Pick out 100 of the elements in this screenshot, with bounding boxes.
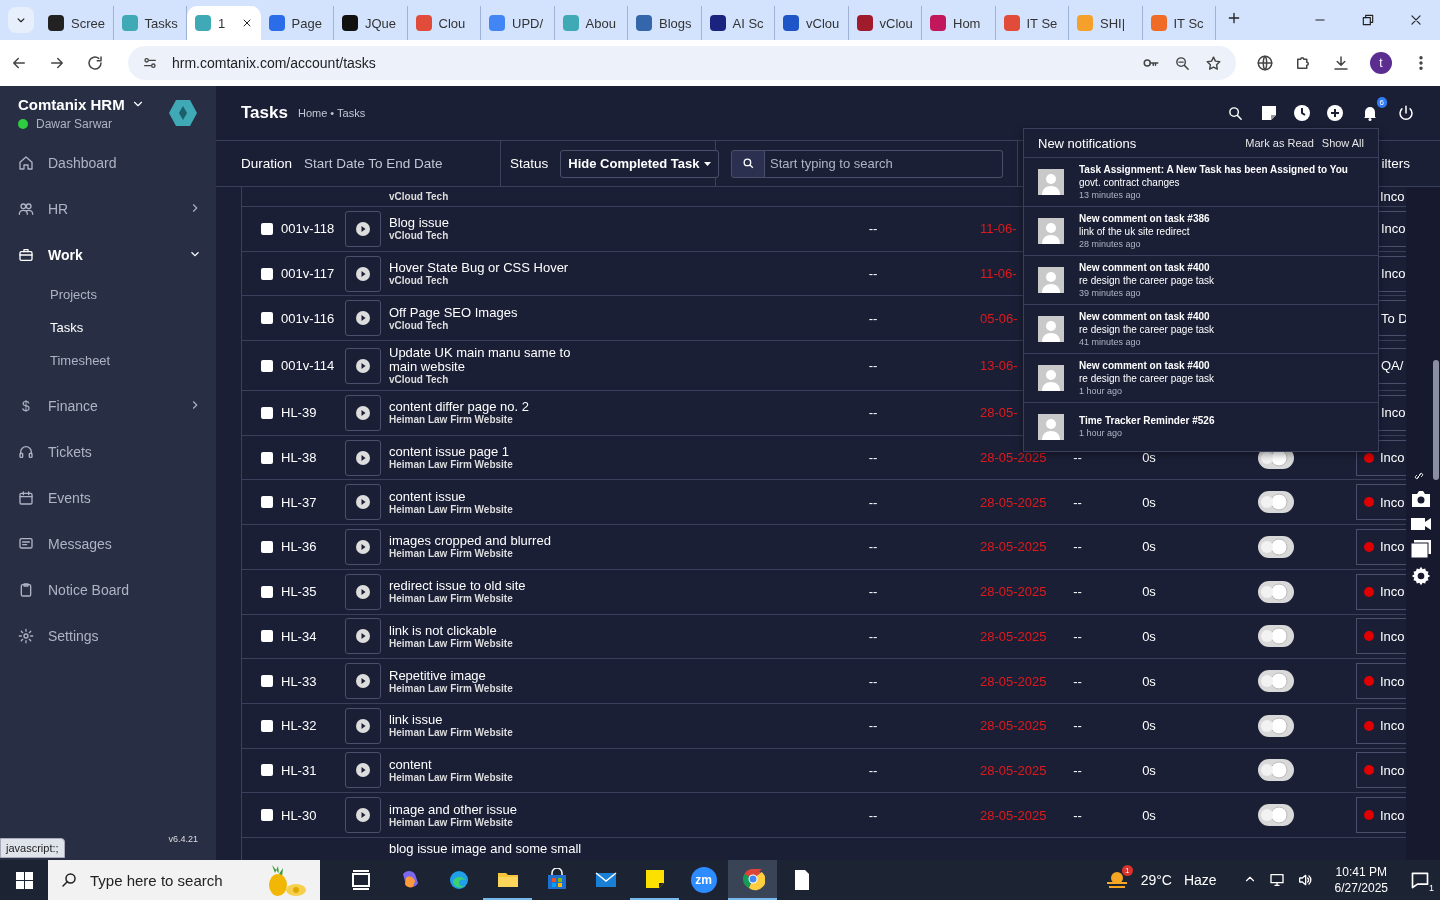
task-title[interactable]: redirect issue to old site bbox=[389, 579, 649, 594]
sidebar-item[interactable]: Work bbox=[0, 232, 216, 278]
plus-icon[interactable] bbox=[1226, 10, 1242, 26]
sidebar-item[interactable]: $ Finance bbox=[0, 383, 216, 429]
bell-icon[interactable] bbox=[1362, 105, 1378, 121]
notification-item[interactable]: Task Assignment: A New Task has been Assigned to You govt. contract changes 13 minutes ago bbox=[1024, 158, 1378, 207]
puzzle-icon[interactable] bbox=[1294, 54, 1312, 72]
start-timer-button[interactable] bbox=[345, 707, 381, 744]
start-timer-button[interactable] bbox=[345, 210, 381, 247]
taskbar-app[interactable] bbox=[728, 860, 777, 900]
notification-item[interactable]: New comment on task #400 re design the career page task 39 minutes ago bbox=[1024, 256, 1378, 305]
task-title[interactable]: Repetitive image bbox=[389, 668, 649, 683]
row-checkbox[interactable] bbox=[261, 675, 273, 688]
project-name: Heiman Law Firm Website bbox=[389, 548, 514, 560]
start-timer-button[interactable] bbox=[345, 528, 381, 565]
task-title[interactable]: link is not clickable bbox=[389, 623, 649, 638]
row-checkbox[interactable] bbox=[261, 359, 273, 372]
sidebar-subitem[interactable]: Tasks bbox=[0, 311, 216, 344]
task-title[interactable]: Blog issue bbox=[389, 216, 649, 231]
row-checkbox[interactable] bbox=[261, 540, 273, 553]
restore-icon[interactable] bbox=[1361, 13, 1375, 27]
start-icon[interactable] bbox=[15, 871, 33, 889]
start-timer-button[interactable] bbox=[345, 255, 381, 292]
clock[interactable]: 10:41 PM 6/27/2025 bbox=[1334, 864, 1388, 896]
task-title[interactable]: link issue bbox=[389, 713, 649, 728]
taskbar-search[interactable]: Type here to search bbox=[48, 860, 320, 900]
start-timer-button[interactable] bbox=[345, 663, 381, 700]
window-icon[interactable] bbox=[1411, 540, 1431, 558]
task-title[interactable]: image and other issue bbox=[389, 802, 649, 817]
camera-icon[interactable] bbox=[1411, 490, 1431, 508]
task-title[interactable]: Update UK main manu same to main website bbox=[389, 346, 589, 375]
browser-tab[interactable]: 1 bbox=[187, 6, 261, 40]
search-button[interactable] bbox=[731, 149, 765, 178]
zoom-out-icon[interactable] bbox=[1174, 54, 1191, 72]
start-timer-button[interactable] bbox=[345, 300, 381, 337]
task-title[interactable]: content issue bbox=[389, 489, 649, 504]
sidebar-item[interactable]: Messages bbox=[0, 521, 216, 567]
address-bar[interactable]: hrm.comtanix.com/account/tasks bbox=[128, 46, 1236, 80]
power-icon[interactable] bbox=[1397, 104, 1415, 122]
start-timer-button[interactable] bbox=[345, 439, 381, 476]
sidebar-item[interactable]: HR bbox=[0, 186, 216, 232]
mark-read-link[interactable]: Mark as Read bbox=[1245, 137, 1314, 149]
row-checkbox[interactable] bbox=[261, 222, 273, 235]
start-timer-button[interactable] bbox=[345, 394, 381, 431]
task-title[interactable]: blog issue image and some small bbox=[389, 841, 649, 856]
video-icon[interactable] bbox=[1411, 516, 1431, 532]
start-timer-button[interactable] bbox=[345, 347, 381, 384]
note-icon[interactable] bbox=[1261, 105, 1277, 121]
breadcrumb[interactable]: Home • Tasks bbox=[297, 107, 366, 119]
task-title[interactable]: Hover State Bug or CSS Hover bbox=[389, 261, 649, 276]
task-title[interactable]: content bbox=[389, 757, 649, 772]
date-range-field[interactable]: Start Date To End Date bbox=[304, 156, 443, 171]
row-checkbox[interactable] bbox=[261, 406, 273, 419]
sidebar-item[interactable]: Notice Board bbox=[0, 567, 216, 613]
task-title[interactable]: Off Page SEO Images bbox=[389, 305, 649, 320]
star-icon[interactable] bbox=[1205, 54, 1222, 72]
notification-item[interactable]: New comment on task #400 re design the career page task 1 hour ago bbox=[1024, 354, 1378, 403]
start-timer-button[interactable] bbox=[345, 797, 381, 834]
search-field[interactable]: Start typing to search bbox=[765, 149, 1003, 178]
notification-item[interactable]: New comment on task #386 link of the uk site redirect 28 minutes ago bbox=[1024, 207, 1378, 256]
sidebar-subitem[interactable]: Timesheet bbox=[0, 344, 216, 377]
start-timer-button[interactable] bbox=[345, 618, 381, 655]
download-icon[interactable] bbox=[1332, 54, 1350, 72]
filters-button[interactable]: ilters bbox=[1381, 156, 1440, 171]
row-checkbox[interactable] bbox=[261, 630, 273, 643]
volume-icon[interactable] bbox=[1296, 872, 1313, 888]
task-title[interactable]: content issue page 1 bbox=[389, 445, 649, 460]
globe-icon[interactable] bbox=[1256, 54, 1274, 72]
profile-avatar[interactable]: t bbox=[1370, 52, 1392, 74]
start-timer-button[interactable] bbox=[345, 573, 381, 610]
add-icon[interactable] bbox=[1327, 105, 1343, 121]
search-icon[interactable] bbox=[1227, 104, 1244, 122]
weather-icon[interactable] bbox=[1104, 869, 1129, 891]
close-icon[interactable] bbox=[1409, 13, 1423, 27]
sidebar-subitem[interactable]: Projects bbox=[0, 278, 216, 311]
row-checkbox[interactable] bbox=[261, 585, 273, 598]
show-all-link[interactable]: Show All bbox=[1321, 137, 1364, 149]
row-checkbox[interactable] bbox=[261, 451, 273, 464]
gear-icon[interactable] bbox=[1411, 566, 1431, 586]
network-icon[interactable] bbox=[1268, 872, 1285, 888]
row-checkbox[interactable] bbox=[261, 312, 273, 325]
row-checkbox[interactable] bbox=[261, 809, 273, 822]
start-timer-button[interactable] bbox=[345, 484, 381, 521]
notification-center-icon[interactable] bbox=[1410, 870, 1430, 890]
start-timer-button[interactable] bbox=[345, 752, 381, 789]
notification-item[interactable]: New comment on task #400 re design the career page task 41 minutes ago bbox=[1024, 305, 1378, 354]
reload-icon[interactable] bbox=[86, 54, 104, 72]
clock-icon[interactable] bbox=[1294, 105, 1310, 121]
task-title[interactable]: content differ page no. 2 bbox=[389, 400, 649, 415]
task-title[interactable]: images cropped and blurred bbox=[389, 534, 649, 549]
sidebar-item[interactable]: Events bbox=[0, 475, 216, 521]
row-checkbox[interactable] bbox=[261, 719, 273, 732]
sidebar-item[interactable]: Tickets bbox=[0, 429, 216, 475]
row-checkbox[interactable] bbox=[261, 764, 273, 777]
scrollbar-thumb[interactable] bbox=[1433, 360, 1439, 480]
sidebar-item[interactable]: Settings bbox=[0, 613, 216, 659]
sidebar-item[interactable]: Dashboard bbox=[0, 140, 216, 186]
row-checkbox[interactable] bbox=[261, 496, 273, 509]
row-checkbox[interactable] bbox=[261, 267, 273, 280]
status-dropdown[interactable]: Hide Completed Task bbox=[560, 149, 719, 178]
